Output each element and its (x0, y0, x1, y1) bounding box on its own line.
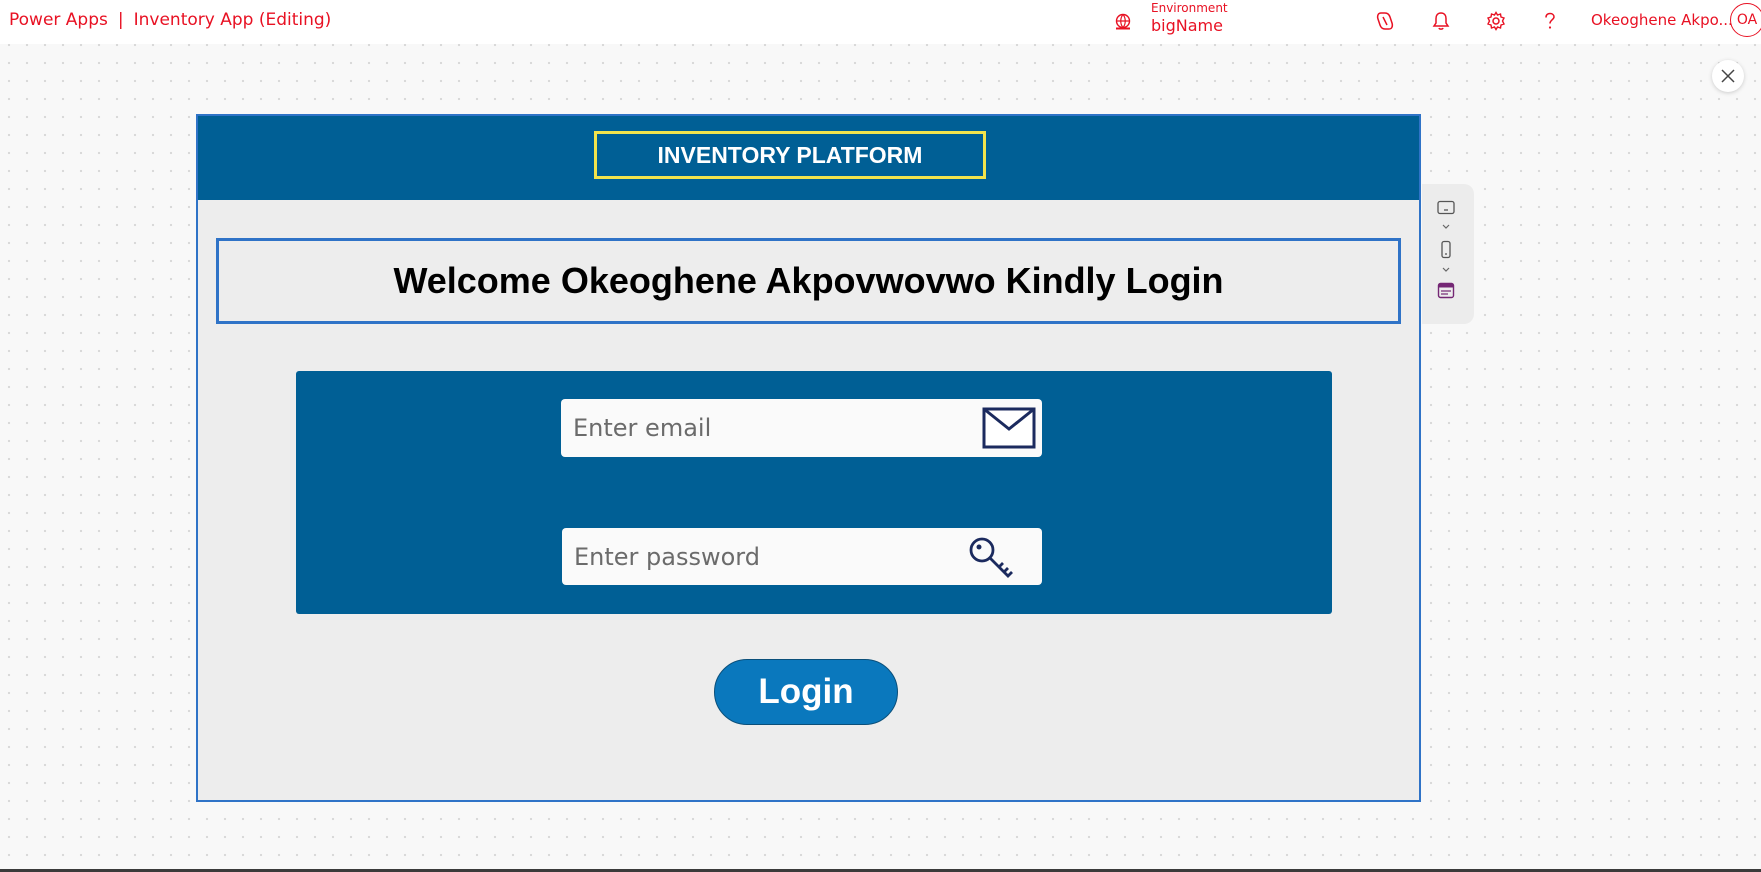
login-button[interactable]: Login (714, 659, 898, 725)
email-input[interactable] (561, 399, 1042, 457)
environment-label: Environment (1151, 1, 1228, 15)
gear-icon[interactable] (1485, 10, 1507, 32)
title-separator: | (117, 10, 124, 30)
environment-icon[interactable] (1113, 12, 1133, 32)
login-form-panel (296, 371, 1332, 614)
help-icon[interactable] (1539, 10, 1561, 32)
app-screen[interactable]: INVENTORY PLATFORM Welcome Okeoghene Akp… (196, 114, 1421, 802)
close-button[interactable] (1712, 60, 1744, 92)
desktop-view-icon[interactable] (1436, 200, 1456, 216)
document-title: Inventory App (Editing) (133, 10, 332, 30)
chevron-down-icon[interactable] (1436, 265, 1456, 275)
user-name[interactable]: Okeoghene Akpo... (1591, 11, 1733, 29)
bell-icon[interactable] (1430, 10, 1452, 32)
header-band: INVENTORY PLATFORM (198, 116, 1419, 200)
close-icon (1721, 69, 1735, 83)
environment-name[interactable]: bigName (1151, 16, 1223, 35)
email-field-container (561, 399, 1042, 457)
password-field-container (562, 528, 1042, 585)
screen-layout-icon[interactable] (1436, 282, 1456, 300)
key-icon (969, 537, 1013, 578)
mail-icon (982, 407, 1036, 449)
platform-title[interactable]: INVENTORY PLATFORM (594, 131, 986, 179)
avatar[interactable]: OA (1730, 3, 1761, 37)
phone-view-icon[interactable] (1436, 240, 1456, 260)
view-toolbar (1422, 184, 1474, 324)
chevron-down-icon[interactable] (1436, 222, 1456, 232)
app-title: Power Apps | Inventory App (Editing) (9, 10, 331, 30)
copilot-icon[interactable] (1374, 10, 1396, 32)
app-name[interactable]: Power Apps (9, 10, 108, 30)
top-bar: Power Apps | Inventory App (Editing) Envir… (0, 0, 1761, 44)
welcome-label[interactable]: Welcome Okeoghene Akpovwovwo Kindly Logi… (216, 238, 1401, 324)
